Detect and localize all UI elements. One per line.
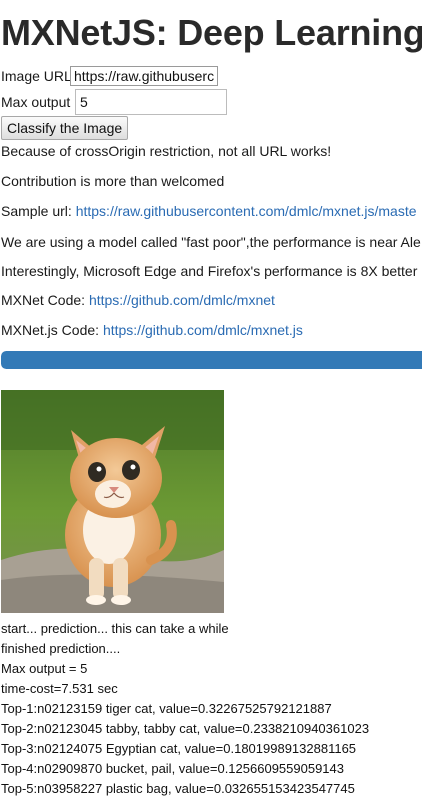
output-line: finished prediction.... — [1, 641, 121, 656]
sample-url-line: Sample url: https://raw.githubuserconten… — [1, 203, 417, 219]
mxnet-code-link[interactable]: https://github.com/dmlc/mxnet — [89, 292, 275, 308]
image-url-label: Image URL — [1, 68, 72, 84]
progress-bar-fill — [1, 351, 422, 369]
sample-url-link[interactable]: https://raw.githubusercontent.com/dmlc/m… — [76, 203, 417, 219]
image-url-input[interactable] — [70, 66, 218, 86]
output-line: Top-4:n02909870 bucket, pail, value=0.12… — [1, 761, 344, 776]
mxnet-code-prefix: MXNet Code: — [1, 292, 89, 308]
max-output-label: Max output — [1, 94, 71, 110]
page-title: MXNetJS: Deep Learning — [1, 12, 422, 53]
classified-image — [1, 390, 224, 613]
mxnetjs-code-link[interactable]: https://github.com/dmlc/mxnet.js — [103, 322, 303, 338]
mxnetjs-code-prefix: MXNet.js Code: — [1, 322, 103, 338]
progress-bar-track — [1, 351, 422, 369]
cors-note: Because of crossOrigin restriction, not … — [1, 143, 332, 159]
mxnet-code-line: MXNet Code: https://github.com/dmlc/mxne… — [1, 292, 275, 308]
model-note: We are using a model called "fast poor",… — [1, 234, 421, 250]
output-line: Max output = 5 — [1, 661, 88, 676]
classify-button[interactable]: Classify the Image — [1, 116, 129, 140]
mxnetjs-code-line: MXNet.js Code: https://github.com/dmlc/m… — [1, 322, 303, 338]
output-line: start... prediction... this can take a w… — [1, 621, 229, 636]
output-line: time-cost=7.531 sec — [1, 681, 118, 696]
contribution-note: Contribution is more than welcomed — [1, 173, 225, 189]
sample-url-prefix: Sample url: — [1, 203, 76, 219]
output-line: Top-2:n02123045 tabby, tabby cat, value=… — [1, 721, 370, 736]
output-line: Top-3:n02124075 Egyptian cat, value=0.18… — [1, 741, 357, 756]
performance-note: Interestingly, Microsoft Edge and Firefo… — [1, 263, 418, 279]
kitten-photo — [1, 390, 224, 613]
max-output-input[interactable] — [75, 89, 227, 115]
output-line: Top-5:n03958227 plastic bag, value=0.032… — [1, 781, 355, 796]
output-line: Top-1:n02123159 tiger cat, value=0.32267… — [1, 701, 332, 716]
